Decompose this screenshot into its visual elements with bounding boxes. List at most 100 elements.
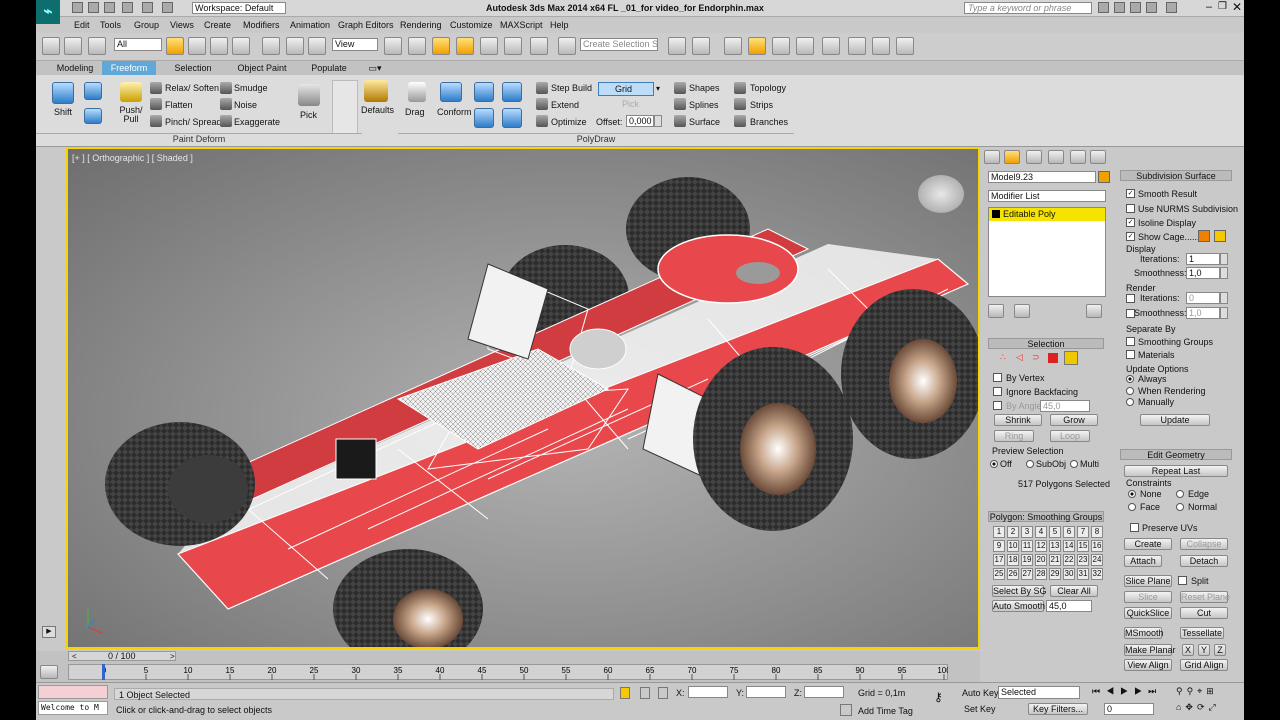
preview-subobj-radio[interactable] xyxy=(1026,460,1034,468)
split-checkbox[interactable] xyxy=(1178,576,1187,585)
air-tank[interactable] xyxy=(569,328,627,370)
reference-coordinate-dropdown[interactable]: View xyxy=(332,38,378,51)
separate-materials-checkbox[interactable] xyxy=(1126,350,1135,359)
smoothing-group-button[interactable]: 13 xyxy=(1049,540,1061,552)
render-iterations-spinner[interactable] xyxy=(1220,292,1228,304)
key-mode-dropdown[interactable]: Selected xyxy=(998,686,1080,699)
shapes-icon[interactable] xyxy=(674,82,686,94)
step-build-icon[interactable] xyxy=(536,82,548,94)
render-iterations-input[interactable]: 0 xyxy=(1186,292,1220,304)
display-iterations-input[interactable]: 1 xyxy=(1186,253,1220,265)
render-setup-icon[interactable] xyxy=(848,37,866,55)
auto-smooth-angle-input[interactable]: 45,0 xyxy=(1046,600,1092,612)
menu-modifiers[interactable]: Modifiers xyxy=(243,20,280,30)
angle-snap-icon[interactable] xyxy=(480,37,498,55)
perspective-viewport[interactable]: [+ ] [ Orthographic ] [ Shaded ] xyxy=(66,147,980,649)
smoothing-group-button[interactable]: 1 xyxy=(993,526,1005,538)
noise-icon[interactable] xyxy=(220,98,232,110)
show-end-result-icon[interactable] xyxy=(1014,304,1030,318)
smoothing-group-button[interactable]: 12 xyxy=(1035,540,1047,552)
spinner-snap-icon[interactable] xyxy=(530,37,548,55)
smoothing-group-button[interactable]: 14 xyxy=(1063,540,1075,552)
pin-stack-icon[interactable] xyxy=(988,304,1004,318)
smoothing-group-button[interactable]: 31 xyxy=(1077,568,1089,580)
surface-icon[interactable] xyxy=(674,115,686,127)
smoothing-group-button[interactable]: 5 xyxy=(1049,526,1061,538)
menu-tools[interactable]: Tools xyxy=(100,20,121,30)
hierarchy-tab-icon[interactable] xyxy=(1026,150,1042,164)
manipulate-icon[interactable] xyxy=(408,37,426,55)
selection-filter-dropdown[interactable]: All xyxy=(114,38,162,51)
viewport-navigation-icons-2[interactable]: ⌂✥⟳⤢ xyxy=(1176,702,1220,713)
preview-off-radio[interactable] xyxy=(990,460,998,468)
exaggerate-label[interactable]: Exaggerate xyxy=(234,117,280,127)
search-input[interactable]: Type a keyword or phrase xyxy=(964,2,1092,14)
absolute-mode-icon[interactable] xyxy=(658,687,668,699)
shapes-label[interactable]: Shapes xyxy=(689,83,720,93)
defaults-icon[interactable] xyxy=(364,80,388,102)
display-smoothness-spinner[interactable] xyxy=(1220,267,1228,279)
splines-label[interactable]: Splines xyxy=(689,100,719,110)
viewcube-icon[interactable] xyxy=(918,175,964,213)
clear-all-button[interactable]: Clear All xyxy=(1050,585,1098,597)
unlink-icon[interactable] xyxy=(64,37,82,55)
preserve-uvs-checkbox[interactable] xyxy=(1130,523,1139,532)
cut-button[interactable]: Cut xyxy=(1180,607,1228,619)
communication-icon[interactable] xyxy=(1130,2,1141,13)
add-time-tag[interactable]: Add Time Tag xyxy=(858,706,913,716)
preview-multi-radio[interactable] xyxy=(1070,460,1078,468)
time-next-arrow[interactable]: > xyxy=(170,652,175,661)
smoothing-group-button[interactable]: 3 xyxy=(1021,526,1033,538)
stack-item-editable-poly[interactable]: Editable Poly xyxy=(989,208,1105,221)
constraint-normal-radio[interactable] xyxy=(1176,503,1184,511)
conform-tool1-icon[interactable] xyxy=(474,82,494,102)
render-smoothness-input[interactable]: 1,0 xyxy=(1186,307,1220,319)
smoothing-group-button[interactable]: 24 xyxy=(1091,554,1103,566)
menu-animation[interactable]: Animation xyxy=(290,20,330,30)
menu-create[interactable]: Create xyxy=(204,20,231,30)
curve-editor-icon[interactable] xyxy=(772,37,790,55)
configure-modifier-sets-icon[interactable] xyxy=(1086,304,1102,318)
smoothing-group-button[interactable]: 29 xyxy=(1049,568,1061,580)
workspace-dropdown[interactable]: Workspace: Default xyxy=(192,2,286,14)
smoothing-group-button[interactable]: 8 xyxy=(1091,526,1103,538)
menu-rendering[interactable]: Rendering xyxy=(400,20,442,30)
key-filters-button[interactable]: Key Filters... xyxy=(1028,703,1088,715)
make-planar-button[interactable]: Make Planar xyxy=(1124,644,1176,656)
slice-plane-button[interactable]: Slice Plane xyxy=(1124,575,1172,587)
offset-input[interactable]: 0,000 xyxy=(626,115,654,127)
topology-icon[interactable] xyxy=(734,82,746,94)
smoothing-group-button[interactable]: 10 xyxy=(1007,540,1019,552)
conform-tool4-icon[interactable] xyxy=(502,108,522,128)
pick-surface-label[interactable]: Pick xyxy=(622,99,639,109)
smoothing-group-button[interactable]: 15 xyxy=(1077,540,1089,552)
element-mode-icon[interactable] xyxy=(1064,351,1078,365)
extend-icon[interactable] xyxy=(536,98,548,110)
smoothing-group-button[interactable]: 19 xyxy=(1021,554,1033,566)
constraint-none-radio[interactable] xyxy=(1128,490,1136,498)
by-vertex-checkbox[interactable] xyxy=(993,373,1002,382)
set-key-icon[interactable]: ⚷ xyxy=(934,690,950,704)
offset-spinner[interactable] xyxy=(654,115,662,127)
rendered-frame-icon[interactable] xyxy=(872,37,890,55)
tab-freeform[interactable]: Freeform xyxy=(102,61,156,75)
smoothing-group-button[interactable]: 21 xyxy=(1049,554,1061,566)
conform-tool3-icon[interactable] xyxy=(474,108,494,128)
auto-key-button[interactable]: Auto Key xyxy=(962,688,999,698)
time-prev-arrow[interactable]: < xyxy=(72,652,77,661)
maximize-button[interactable]: ❐ xyxy=(1218,1,1227,12)
smoothing-group-button[interactable]: 30 xyxy=(1063,568,1075,580)
isolate-selection-icon[interactable] xyxy=(620,687,630,699)
graphite-ribbon-icon[interactable] xyxy=(748,37,766,55)
menu-help[interactable]: Help xyxy=(550,20,569,30)
align-icon[interactable] xyxy=(692,37,710,55)
truck-chassis-model[interactable] xyxy=(68,149,978,647)
motion-tab-icon[interactable] xyxy=(1048,150,1064,164)
conform-icon[interactable] xyxy=(440,82,462,102)
object-color-swatch[interactable] xyxy=(1098,171,1110,183)
move-icon[interactable] xyxy=(262,37,280,55)
exaggerate-icon[interactable] xyxy=(220,115,232,127)
angle-input[interactable]: 45,0 xyxy=(1040,400,1090,412)
project-folder-icon[interactable] xyxy=(162,2,173,13)
grid-dropdown-arrow[interactable]: ▾ xyxy=(656,84,660,93)
